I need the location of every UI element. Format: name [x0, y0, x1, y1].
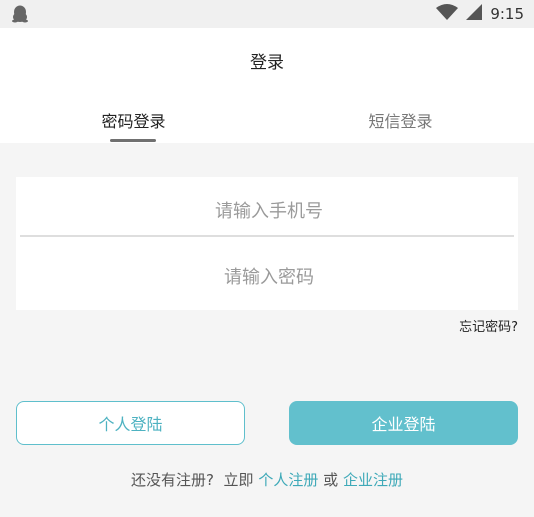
- status-bar: 9:15: [0, 0, 534, 28]
- status-time: 9:15: [490, 5, 524, 23]
- signal-icon: [466, 4, 483, 24]
- personal-register-link[interactable]: 个人注册: [258, 471, 318, 489]
- forgot-password-link[interactable]: 忘记密码?: [459, 316, 518, 335]
- tab-password-login[interactable]: 密码登录: [0, 108, 267, 132]
- register-or-text: 或: [323, 471, 339, 489]
- register-prefix: 还没有注册?: [131, 471, 214, 489]
- field-divider: [20, 235, 514, 237]
- page-title: 登录: [250, 53, 284, 73]
- personal-login-button[interactable]: 个人登陆: [16, 401, 245, 445]
- wifi-icon: [436, 4, 459, 24]
- status-icons: 9:15: [436, 4, 524, 24]
- tab-sms-login[interactable]: 短信登录: [267, 108, 534, 132]
- active-tab-indicator: [110, 139, 156, 142]
- register-prompt: 还没有注册? 立即 个人注册 或 企业注册: [0, 469, 534, 490]
- phone-input[interactable]: [16, 181, 522, 241]
- qq-penguin-icon: [10, 5, 30, 23]
- login-form: [16, 177, 522, 310]
- register-now-text: 立即: [223, 471, 254, 489]
- password-input[interactable]: [16, 247, 522, 307]
- enterprise-register-link[interactable]: 企业注册: [343, 471, 403, 489]
- enterprise-login-button[interactable]: 企业登陆: [289, 401, 518, 445]
